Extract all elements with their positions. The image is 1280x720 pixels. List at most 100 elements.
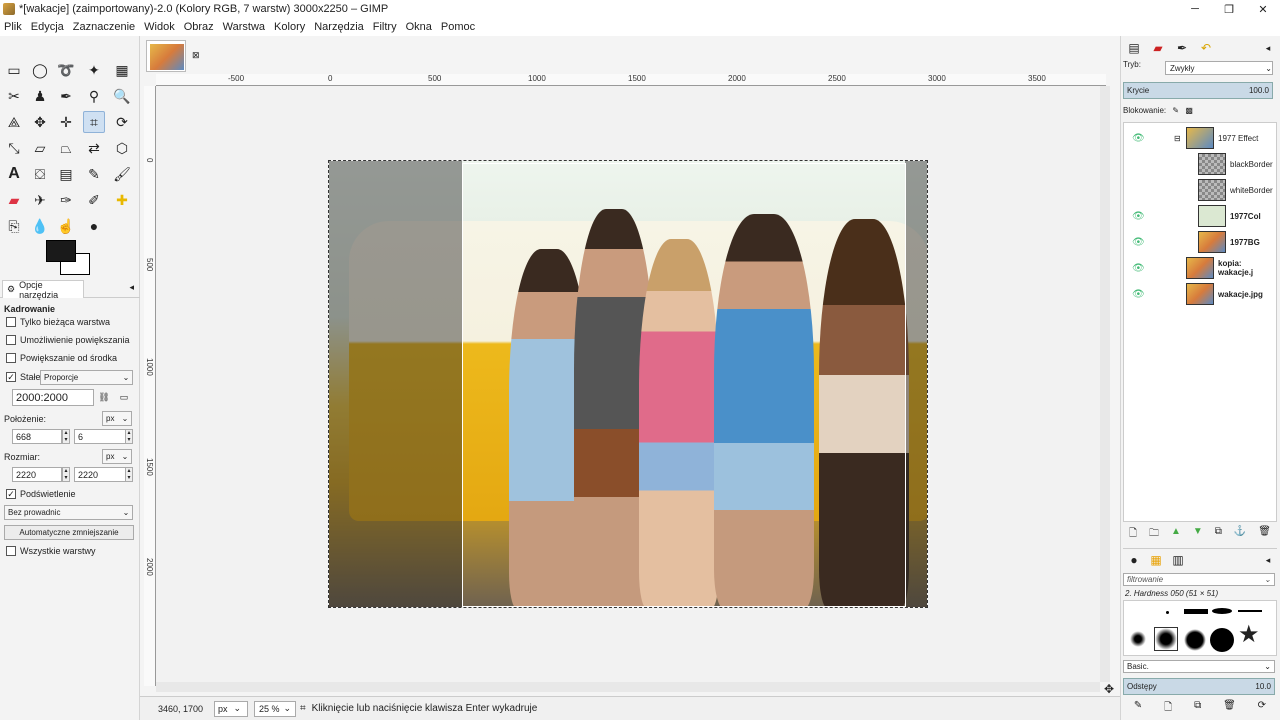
menu-colors[interactable]: Kolory — [274, 21, 305, 33]
position-x-spinner[interactable]: ▴ ▾ — [62, 429, 70, 444]
menu-filters[interactable]: Filtry — [373, 21, 397, 33]
panel-menu-icon[interactable]: ◂ — [1259, 40, 1277, 56]
undo-history-tab-icon[interactable]: ↶ — [1197, 40, 1215, 56]
unit-select[interactable]: px ⌄ — [214, 700, 248, 717]
highlight-checkbox[interactable]: ✓ Podświetlenie — [6, 489, 76, 499]
position-x-input[interactable]: 668 — [12, 429, 62, 444]
rect-select-icon[interactable]: ▭ — [3, 59, 25, 81]
color-swatches[interactable] — [46, 240, 92, 278]
foreground-color-swatch[interactable] — [46, 240, 76, 262]
brush-grid[interactable]: ★ — [1123, 600, 1277, 656]
crop-rectangle[interactable] — [462, 163, 906, 607]
image-canvas[interactable] — [328, 160, 928, 608]
blur-icon[interactable]: 💧 — [29, 215, 51, 237]
perspective-icon[interactable]: ⏢ — [55, 137, 77, 159]
gradients-tab-icon[interactable]: ▥ — [1169, 552, 1187, 568]
checkbox-checked[interactable]: ✓ — [6, 489, 16, 499]
checkbox-checked[interactable]: ✓ — [6, 372, 16, 382]
eye-icon[interactable]: 👁 — [1132, 211, 1146, 222]
layer-row[interactable]: 👁 1977Col — [1124, 203, 1278, 229]
color-picker-icon[interactable]: ⚲ — [83, 85, 105, 107]
brush-swatch-selected[interactable] — [1154, 627, 1178, 651]
checkbox-box[interactable] — [6, 353, 16, 363]
position-y-input[interactable]: 6 — [74, 429, 126, 444]
layer-row[interactable]: whiteBorder — [1124, 177, 1278, 203]
new-group-icon[interactable]: 🗀 — [1149, 526, 1159, 542]
eye-icon[interactable]: 👁 — [1132, 263, 1146, 274]
menu-file[interactable]: Plik — [4, 21, 22, 33]
heal-icon[interactable]: ✚ — [111, 189, 133, 211]
paintbrush-icon[interactable]: 🖌 — [111, 163, 133, 185]
star-brush-icon[interactable]: ★ — [1238, 623, 1260, 647]
brush-swatch[interactable] — [1212, 608, 1232, 614]
channels-tab-icon[interactable]: ▰ — [1149, 40, 1167, 56]
guides-select[interactable]: Bez prowadnic ⌄ — [4, 505, 133, 520]
menu-tools[interactable]: Narzędzia — [314, 21, 364, 33]
gradient-icon[interactable]: ▤ — [55, 163, 77, 185]
chain-icon[interactable]: ⛓ — [98, 390, 110, 404]
brush-swatch[interactable] — [1184, 629, 1206, 651]
tab-tool-options[interactable]: ⚙ Opcje narzędzia — [2, 280, 84, 300]
close-tab-icon[interactable]: ⊠ — [192, 50, 200, 61]
brush-set-select[interactable]: Basic. ⌄ — [1123, 660, 1275, 673]
checkbox-box[interactable] — [6, 546, 16, 556]
navigate-icon[interactable]: ✥ — [1104, 682, 1114, 696]
patterns-tab-icon[interactable]: ▦ — [1147, 552, 1165, 568]
align-icon[interactable]: ✛ — [55, 111, 77, 133]
zoom-icon[interactable]: 🔍 — [111, 85, 133, 107]
raise-layer-icon[interactable]: ▲ — [1171, 526, 1181, 542]
collapse-icon[interactable]: ⊟ — [1174, 134, 1181, 143]
auto-shrink-button[interactable]: Automatyczne zmniejszanie — [4, 525, 134, 540]
position-y-spinner[interactable]: ▴ ▾ — [125, 429, 133, 444]
maximize-button[interactable]: ❐ — [1212, 0, 1246, 18]
current-layer-only-checkbox[interactable]: Tylko bieżąca warstwa — [6, 317, 110, 327]
foreground-select-icon[interactable]: ♟ — [29, 85, 51, 107]
layer-row[interactable]: 👁 1977BG — [1124, 229, 1278, 255]
size-height-spinner[interactable]: ▴ ▾ — [125, 467, 133, 482]
allow-growing-checkbox[interactable]: Umożliwienie powiększania — [6, 335, 130, 345]
lock-pixels-icon[interactable]: ✎ — [1172, 106, 1179, 115]
ellipse-select-icon[interactable]: ◯ — [29, 59, 51, 81]
flip-icon[interactable]: ⇄ — [83, 137, 105, 159]
eye-icon[interactable]: 👁 — [1132, 289, 1146, 300]
brush-swatch[interactable] — [1210, 628, 1234, 652]
orientation-icon[interactable]: ▭ — [116, 390, 132, 404]
brush-swatch[interactable] — [1238, 610, 1262, 612]
mypaint-brush-icon[interactable]: ✐ — [83, 189, 105, 211]
measure-icon[interactable]: ⟁ — [3, 111, 25, 133]
text-icon[interactable]: A — [3, 163, 25, 185]
minimize-button[interactable]: ─ — [1178, 0, 1212, 18]
menu-image[interactable]: Obraz — [184, 21, 214, 33]
airbrush-icon[interactable]: ✈ — [29, 189, 51, 211]
cage-icon[interactable]: ⬡ — [111, 137, 133, 159]
close-button[interactable]: ✕ — [1246, 0, 1280, 18]
dodge-burn-icon[interactable]: ● — [83, 215, 105, 237]
rotate-icon[interactable]: ⟳ — [111, 111, 133, 133]
paths-icon[interactable]: ✒ — [55, 85, 77, 107]
fixed-mode-select[interactable]: Proporcje ⌄ — [40, 370, 133, 385]
mode-select[interactable]: Zwykły ⌄ — [1165, 61, 1273, 75]
spacing-slider[interactable]: Odstępy 10.0 — [1123, 678, 1275, 695]
crop-icon[interactable]: ⌗ — [83, 111, 105, 133]
brushes-tab-icon[interactable]: ● — [1125, 552, 1143, 568]
new-brush-icon[interactable]: 🗋 — [1164, 700, 1172, 716]
eye-icon[interactable]: 👁 — [1132, 133, 1146, 144]
duplicate-layer-icon[interactable]: ⧉ — [1215, 526, 1222, 542]
scale-icon[interactable]: ⤡ — [3, 137, 25, 159]
size-unit-select[interactable]: px ⌄ — [102, 449, 132, 464]
ink-icon[interactable]: ✑ — [55, 189, 77, 211]
panel-menu-icon[interactable]: ◂ — [129, 282, 134, 293]
size-height-input[interactable]: 2220 — [74, 467, 126, 482]
duplicate-brush-icon[interactable]: ⧉ — [1194, 700, 1201, 716]
menu-edit[interactable]: Edycja — [31, 21, 64, 33]
smudge-icon[interactable]: ☝ — [55, 215, 77, 237]
color-select-icon[interactable]: ▦ — [111, 59, 133, 81]
refresh-brushes-icon[interactable]: ⟳ — [1258, 700, 1266, 716]
move-icon[interactable]: ✥ — [29, 111, 51, 133]
position-unit-select[interactable]: px ⌄ — [102, 411, 132, 426]
image-tab[interactable] — [146, 40, 186, 72]
layer-row[interactable]: 👁 ⊟ 1977 Effect — [1124, 125, 1278, 151]
paths-tab-icon[interactable]: ✒ — [1173, 40, 1191, 56]
anchor-layer-icon[interactable]: ⚓ — [1234, 526, 1246, 542]
menu-select[interactable]: Zaznaczenie — [73, 21, 135, 33]
